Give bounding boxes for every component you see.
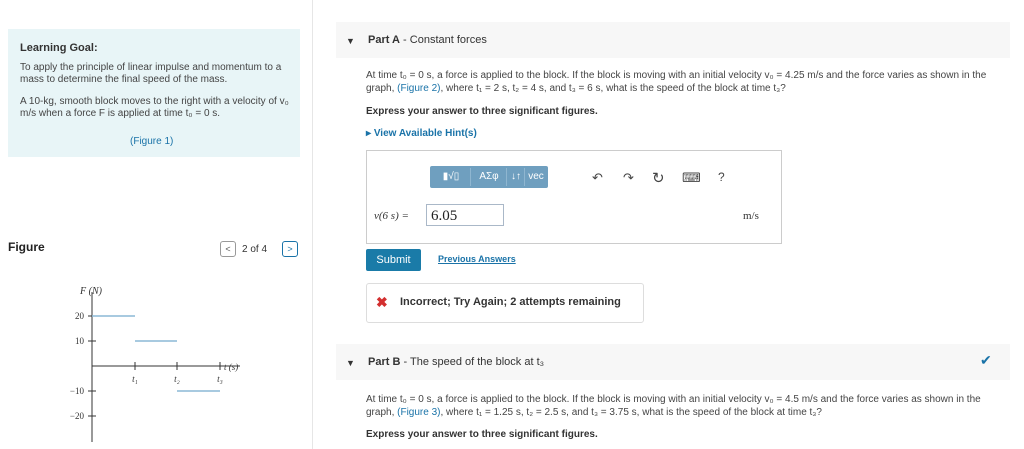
answer-box <box>366 150 782 244</box>
force-time-chart: F (N) t (s) 20 10 −10 −20 t₁ t₂ t₃ <box>70 286 240 442</box>
part-b-instruction: Express your answer to three significant… <box>366 429 598 440</box>
part-a-label: Part A <box>368 34 400 46</box>
part-b-question-post: , where t₁ = 1.25 s, t₂ = 2.5 s, and t₃ … <box>440 407 822 418</box>
panel-divider <box>312 0 313 449</box>
problem-setup-text: A 10-kg, smooth block moves to the right… <box>20 96 289 119</box>
learning-goal-text: To apply the principle of linear impulse… <box>20 62 282 85</box>
subscript-button[interactable]: ↓↑ <box>508 168 525 186</box>
y-tick-label: 10 <box>75 336 85 346</box>
keyboard-icon[interactable]: ⌨ <box>682 170 701 186</box>
figure-3-link[interactable]: (Figure 3) <box>397 407 440 418</box>
part-a-name: Constant forces <box>409 34 487 46</box>
previous-answers-link[interactable]: Previous Answers <box>438 254 516 264</box>
part-b-separator: - <box>400 356 410 368</box>
part-a-toggle-icon[interactable]: ▼ <box>346 36 355 46</box>
incorrect-x-icon: ✖ <box>376 294 388 310</box>
learning-goal-title: Learning Goal: <box>20 42 98 54</box>
y-tick-label: −20 <box>70 411 85 421</box>
part-b-question: At time t₀ = 0 s, a force is applied to … <box>366 393 1011 419</box>
x-tick-label: t₁ <box>132 374 138 384</box>
x-tick-label: t₂ <box>174 374 180 384</box>
part-a-instruction: Express your answer to three significant… <box>366 106 598 117</box>
undo-icon[interactable]: ↶ <box>592 170 603 186</box>
prev-figure-button[interactable]: < <box>220 241 236 257</box>
submit-button[interactable]: Submit <box>366 249 421 271</box>
check-icon: ✔ <box>980 352 992 368</box>
figure-2-link[interactable]: (Figure 2) <box>397 83 440 94</box>
vector-button[interactable]: vec <box>526 168 546 186</box>
view-hints-link[interactable]: ▸ View Available Hint(s) <box>366 128 477 139</box>
figure-title: Figure <box>8 240 45 254</box>
y-tick-label: −10 <box>70 386 85 396</box>
part-a-question: At time t₀ = 0 s, a force is applied to … <box>366 69 1011 95</box>
answer-label: v(6 s) = <box>374 210 409 222</box>
y-tick-label: 20 <box>75 311 85 321</box>
part-b-name: The speed of the block at t₃ <box>409 356 545 368</box>
figure-pager: 2 of 4 <box>242 244 268 255</box>
part-a-separator: - <box>400 34 410 46</box>
next-figure-button[interactable]: > <box>282 241 298 257</box>
hint-label: View Available Hint(s) <box>373 128 477 139</box>
math-toolbar: ▮√▯ ΑΣφ ↓↑ vec <box>430 166 548 188</box>
y-axis-label: F (N) <box>79 286 103 297</box>
templates-button[interactable]: ▮√▯ <box>432 168 471 186</box>
reset-icon[interactable]: ↻ <box>652 169 665 187</box>
part-b-label: Part B <box>368 356 401 368</box>
greek-symbols-button[interactable]: ΑΣφ <box>472 168 507 186</box>
answer-unit: m/s <box>743 210 759 222</box>
help-icon[interactable]: ? <box>718 170 725 184</box>
part-a-title[interactable]: Part A - Constant forces <box>368 34 487 46</box>
x-axis-label: t (s) <box>224 362 238 372</box>
part-b-toggle-icon[interactable]: ▼ <box>346 358 355 368</box>
figure-1-link[interactable]: (Figure 1) <box>130 136 173 147</box>
answer-input[interactable]: 6.05 <box>426 204 504 226</box>
x-tick-label: t₃ <box>217 374 223 384</box>
part-a-question-post: , where t₁ = 2 s, t₂ = 4 s, and t₃ = 6 s… <box>440 83 786 94</box>
caret-right-icon: ▸ <box>366 128 374 139</box>
part-b-title[interactable]: Part B - The speed of the block at t₃ <box>368 356 544 368</box>
feedback-text: Incorrect; Try Again; 2 attempts remaini… <box>400 296 621 308</box>
redo-icon[interactable]: ↷ <box>623 170 634 186</box>
